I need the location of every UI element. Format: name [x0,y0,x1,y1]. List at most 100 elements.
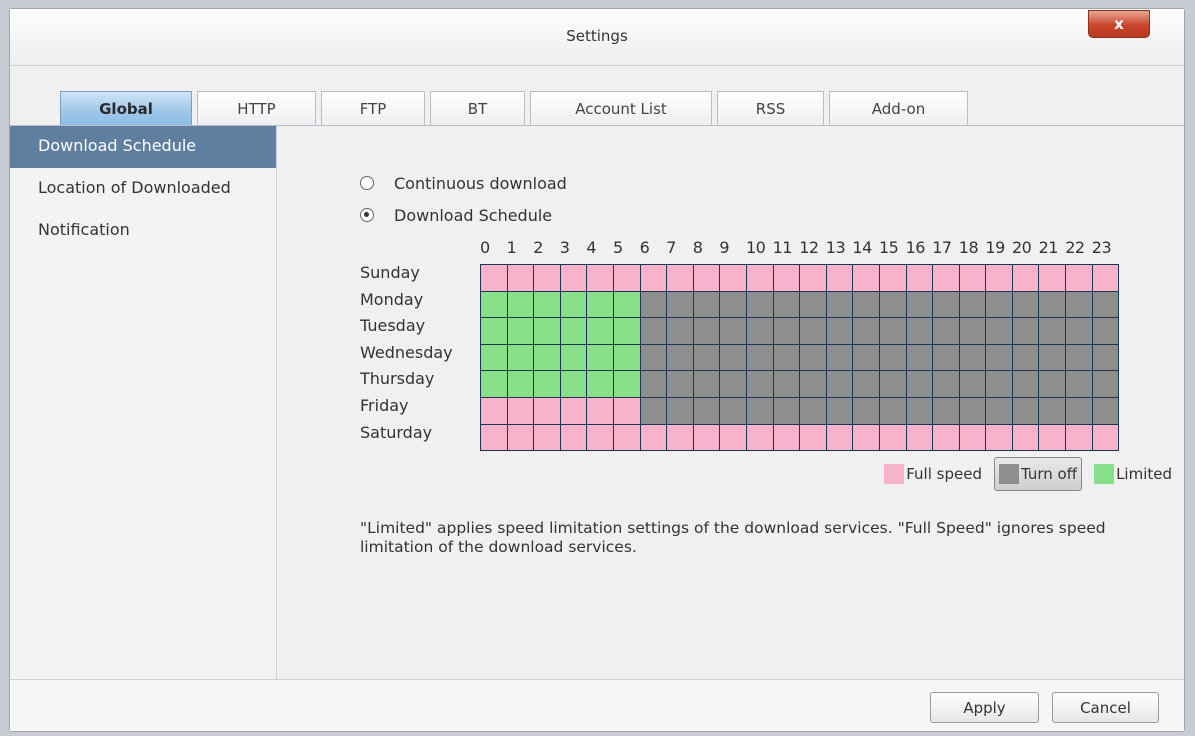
tab-account-list[interactable]: Account List [530,91,712,125]
schedule-cell[interactable] [560,397,588,425]
schedule-cell[interactable] [481,318,508,345]
schedule-cell[interactable] [933,371,960,398]
schedule-cell[interactable] [640,291,668,319]
schedule-cell[interactable] [826,371,854,398]
schedule-cell[interactable] [773,344,801,372]
schedule-cell[interactable] [906,265,934,292]
apply-button[interactable]: Apply [930,692,1039,723]
radio-button-checked[interactable] [360,208,374,222]
schedule-cell[interactable] [560,424,588,452]
schedule-cell[interactable] [507,344,535,372]
schedule-cell[interactable] [613,371,641,398]
schedule-cell[interactable] [746,265,774,292]
schedule-cell[interactable] [1012,265,1040,292]
schedule-cell[interactable] [667,371,694,398]
schedule-cell[interactable] [933,344,960,372]
schedule-cell[interactable] [853,397,880,425]
sidebar-item-location-of-downloaded[interactable]: Location of Downloaded [10,168,276,210]
schedule-cell[interactable] [826,318,854,345]
tab-bt[interactable]: BT [430,91,525,125]
legend-turn-off[interactable]: Turn off [993,457,1083,491]
schedule-cell[interactable] [746,318,774,345]
schedule-cell[interactable] [534,291,561,319]
schedule-cell[interactable] [800,344,827,372]
radio-button-unchecked[interactable] [360,176,374,190]
schedule-cell[interactable] [720,344,747,372]
schedule-cell[interactable] [1039,291,1067,319]
schedule-cell[interactable] [1012,291,1040,319]
schedule-cell[interactable] [693,371,721,398]
schedule-cell[interactable] [1039,265,1067,292]
cancel-button[interactable]: Cancel [1052,692,1159,723]
schedule-cell[interactable] [534,371,561,398]
schedule-cell[interactable] [800,265,827,292]
schedule-cell[interactable] [481,265,508,292]
schedule-cell[interactable] [959,397,987,425]
sidebar-item-download-schedule[interactable]: Download Schedule [10,126,276,168]
schedule-cell[interactable] [879,318,907,345]
schedule-cell[interactable] [720,371,747,398]
schedule-cell[interactable] [906,424,934,452]
schedule-cell[interactable] [667,291,694,319]
schedule-cell[interactable] [773,265,801,292]
schedule-cell[interactable] [986,397,1013,425]
schedule-cell[interactable] [906,291,934,319]
schedule-cell[interactable] [959,318,987,345]
schedule-cell[interactable] [1012,397,1040,425]
schedule-cell[interactable] [1092,397,1120,425]
schedule-cell[interactable] [693,291,721,319]
legend-limited[interactable]: Limited [1090,457,1176,491]
schedule-cell[interactable] [1066,265,1093,292]
schedule-cell[interactable] [1092,371,1120,398]
schedule-cell[interactable] [986,344,1013,372]
schedule-cell[interactable] [906,344,934,372]
schedule-cell[interactable] [720,318,747,345]
schedule-cell[interactable] [481,371,508,398]
schedule-cell[interactable] [986,291,1013,319]
schedule-cell[interactable] [986,371,1013,398]
schedule-cell[interactable] [1066,344,1093,372]
schedule-cell[interactable] [640,397,668,425]
schedule-cell[interactable] [587,265,614,292]
tab-ftp[interactable]: FTP [321,91,425,125]
schedule-cell[interactable] [1039,424,1067,452]
schedule-cell[interactable] [826,424,854,452]
schedule-cell[interactable] [587,291,614,319]
schedule-cell[interactable] [640,371,668,398]
schedule-cell[interactable] [667,344,694,372]
schedule-cell[interactable] [986,424,1013,452]
schedule-cell[interactable] [720,424,747,452]
schedule-cell[interactable] [507,318,535,345]
schedule-cell[interactable] [560,344,588,372]
schedule-cell[interactable] [959,371,987,398]
schedule-cell[interactable] [986,318,1013,345]
schedule-cell[interactable] [667,424,694,452]
schedule-cell[interactable] [1092,318,1120,345]
schedule-cell[interactable] [773,318,801,345]
schedule-cell[interactable] [800,318,827,345]
schedule-cell[interactable] [959,291,987,319]
schedule-cell[interactable] [587,318,614,345]
continuous-download-option[interactable]: Continuous download [360,172,567,194]
schedule-cell[interactable] [613,424,641,452]
schedule-cell[interactable] [640,265,668,292]
schedule-cell[interactable] [587,424,614,452]
schedule-cell[interactable] [746,291,774,319]
schedule-cell[interactable] [773,291,801,319]
tab-add-on[interactable]: Add-on [829,91,968,125]
sidebar-item-notification[interactable]: Notification [10,210,276,252]
schedule-cell[interactable] [1039,344,1067,372]
schedule-cell[interactable] [933,397,960,425]
schedule-cell[interactable] [853,424,880,452]
schedule-cell[interactable] [853,371,880,398]
schedule-cell[interactable] [853,344,880,372]
schedule-cell[interactable] [1039,397,1067,425]
schedule-cell[interactable] [800,397,827,425]
schedule-cell[interactable] [1012,424,1040,452]
schedule-cell[interactable] [746,371,774,398]
tab-http[interactable]: HTTP [197,91,316,125]
schedule-cell[interactable] [959,424,987,452]
download-schedule-option[interactable]: Download Schedule [360,204,552,226]
legend-full-speed[interactable]: Full speed [880,457,986,491]
schedule-cell[interactable] [800,371,827,398]
